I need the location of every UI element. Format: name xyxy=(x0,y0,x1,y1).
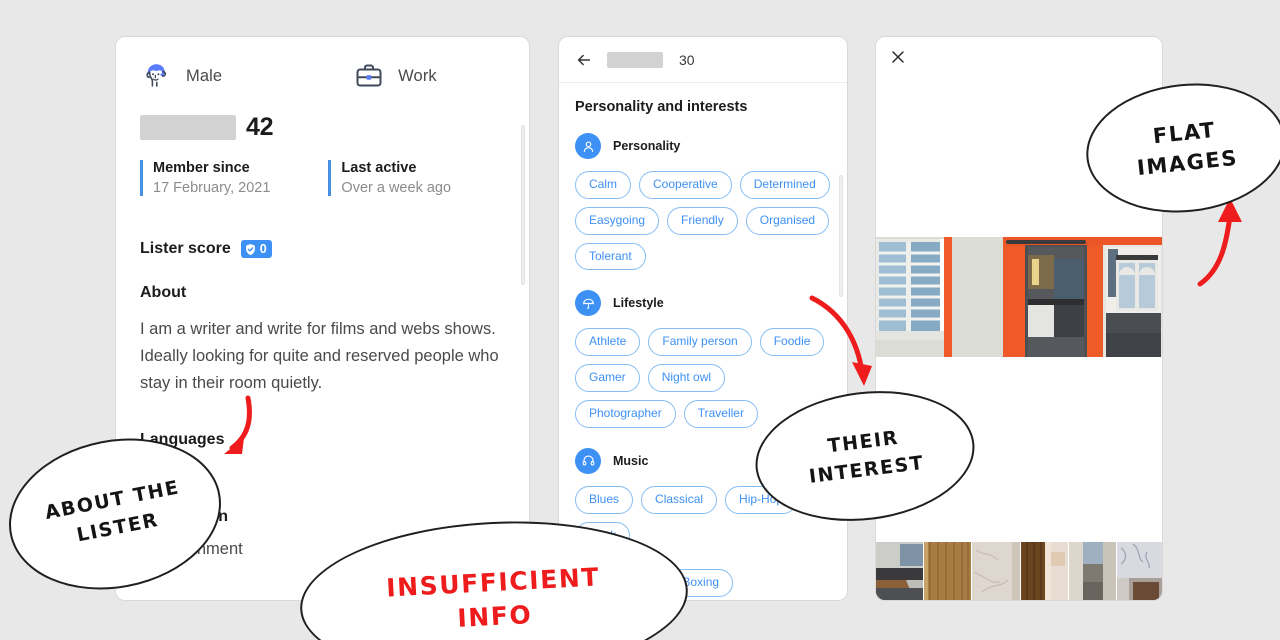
chip-item[interactable]: Night owl xyxy=(647,364,726,392)
close-icon[interactable] xyxy=(890,49,906,65)
interests-body: Personality and interests Personality Ca… xyxy=(559,83,847,598)
chip-item[interactable]: Tolerant xyxy=(575,242,646,271)
chip-item[interactable]: Friendly xyxy=(667,206,738,235)
profile-card-scrollbar[interactable] xyxy=(521,125,525,285)
umbrella-icon xyxy=(575,290,601,317)
redacted-name-block xyxy=(607,51,663,68)
chip-item[interactable]: Family person xyxy=(648,328,752,357)
chip-item[interactable]: Traveller xyxy=(683,399,758,428)
lister-score-row: Lister score 0 xyxy=(140,240,505,258)
about-section: About I am a writer and write for films … xyxy=(140,284,505,397)
headphones-icon xyxy=(575,447,601,474)
group-label: Music xyxy=(613,453,649,468)
annotation-line-1: FLAT xyxy=(1151,117,1218,149)
interests-card-scrollbar[interactable] xyxy=(839,175,843,297)
shield-check-icon xyxy=(244,243,257,256)
group-label: Personality xyxy=(613,139,681,153)
last-active-block: Last active Over a week ago xyxy=(328,160,451,196)
member-since-value: 17 February, 2021 xyxy=(153,180,271,196)
header-age: 30 xyxy=(679,51,695,68)
thumbnail-item[interactable] xyxy=(876,542,925,600)
chip-item[interactable]: Cooperative xyxy=(639,171,732,199)
annotation-line-2: INTEREST xyxy=(807,451,926,488)
chip-item[interactable]: Calm xyxy=(575,171,632,199)
chip-list: Calm Cooperative Determined Easygoing Fr… xyxy=(575,171,831,271)
chip-item[interactable]: Classical xyxy=(641,485,718,514)
group-label: Lifestyle xyxy=(613,296,664,311)
chip-item[interactable]: Athlete xyxy=(575,328,641,357)
flat-hero-photo[interactable] xyxy=(876,237,1162,357)
annotation-line-1: THEIR xyxy=(826,426,901,457)
person-icon xyxy=(575,133,601,159)
group-header: Lifestyle xyxy=(575,290,831,317)
occupation-type-label: Work xyxy=(398,66,437,85)
last-active-label: Last active xyxy=(341,160,417,176)
screenshot-stage: Male Work 42 Member since 17 February, 2… xyxy=(0,0,1280,640)
annotation-line-2: IMAGES xyxy=(1135,145,1240,180)
gender-label: Male xyxy=(186,66,223,85)
languages-heading: Languages xyxy=(140,431,225,448)
gender-attribute: Male xyxy=(140,59,222,93)
name-age-row: 42 xyxy=(140,113,505,142)
chip-item[interactable]: Gamer xyxy=(575,364,640,392)
annotation-line-1: INSUFFICIENT xyxy=(385,562,601,603)
about-text: I am a writer and write for films and we… xyxy=(140,320,499,392)
interests-header: 30 xyxy=(559,37,847,83)
member-since-label: Member since xyxy=(153,160,250,176)
occupation-type-attribute: Work xyxy=(352,59,437,93)
lister-score-label: Lister score xyxy=(140,240,231,257)
chip-item[interactable]: Easygoing xyxy=(575,206,660,235)
annotation-line-2: INFO xyxy=(456,599,534,633)
chip-item[interactable]: Blues xyxy=(575,485,634,514)
chip-item[interactable]: Organised xyxy=(745,206,830,235)
profile-age: 42 xyxy=(246,113,274,141)
chip-item[interactable]: Foodie xyxy=(759,328,825,357)
thumbnail-item[interactable] xyxy=(972,542,1021,600)
status-badge[interactable]: 0 xyxy=(240,240,272,258)
interests-card: 30 Personality and interests Personality… xyxy=(558,36,848,601)
member-since-block: Member since 17 February, 2021 xyxy=(140,160,270,196)
about-heading: About xyxy=(140,284,187,301)
profile-meta-row: Member since 17 February, 2021 Last acti… xyxy=(140,160,505,196)
chip-item[interactable]: Photographer xyxy=(575,399,676,428)
back-arrow-icon[interactable] xyxy=(575,51,593,69)
avatar-icon xyxy=(140,59,174,93)
interest-group-lifestyle: Lifestyle Athlete Family person Foodie G… xyxy=(575,290,831,428)
chip-item[interactable]: Determined xyxy=(739,171,830,199)
thumbnail-item[interactable] xyxy=(1116,542,1162,600)
profile-attributes-row: Male Work xyxy=(140,59,505,93)
thumbnail-item[interactable] xyxy=(1020,542,1069,600)
thumbnail-strip xyxy=(876,542,1162,600)
last-active-value: Over a week ago xyxy=(341,180,452,196)
thumbnail-item[interactable] xyxy=(924,542,973,600)
lister-score-value: 0 xyxy=(259,242,267,256)
page-title: Personality and interests xyxy=(575,99,748,115)
redacted-name-block xyxy=(140,115,236,140)
briefcase-icon xyxy=(352,59,386,93)
interest-group-personality: Personality Calm Cooperative Determined … xyxy=(575,133,831,271)
thumbnail-item[interactable] xyxy=(1068,542,1117,600)
group-header: Personality xyxy=(575,133,831,159)
